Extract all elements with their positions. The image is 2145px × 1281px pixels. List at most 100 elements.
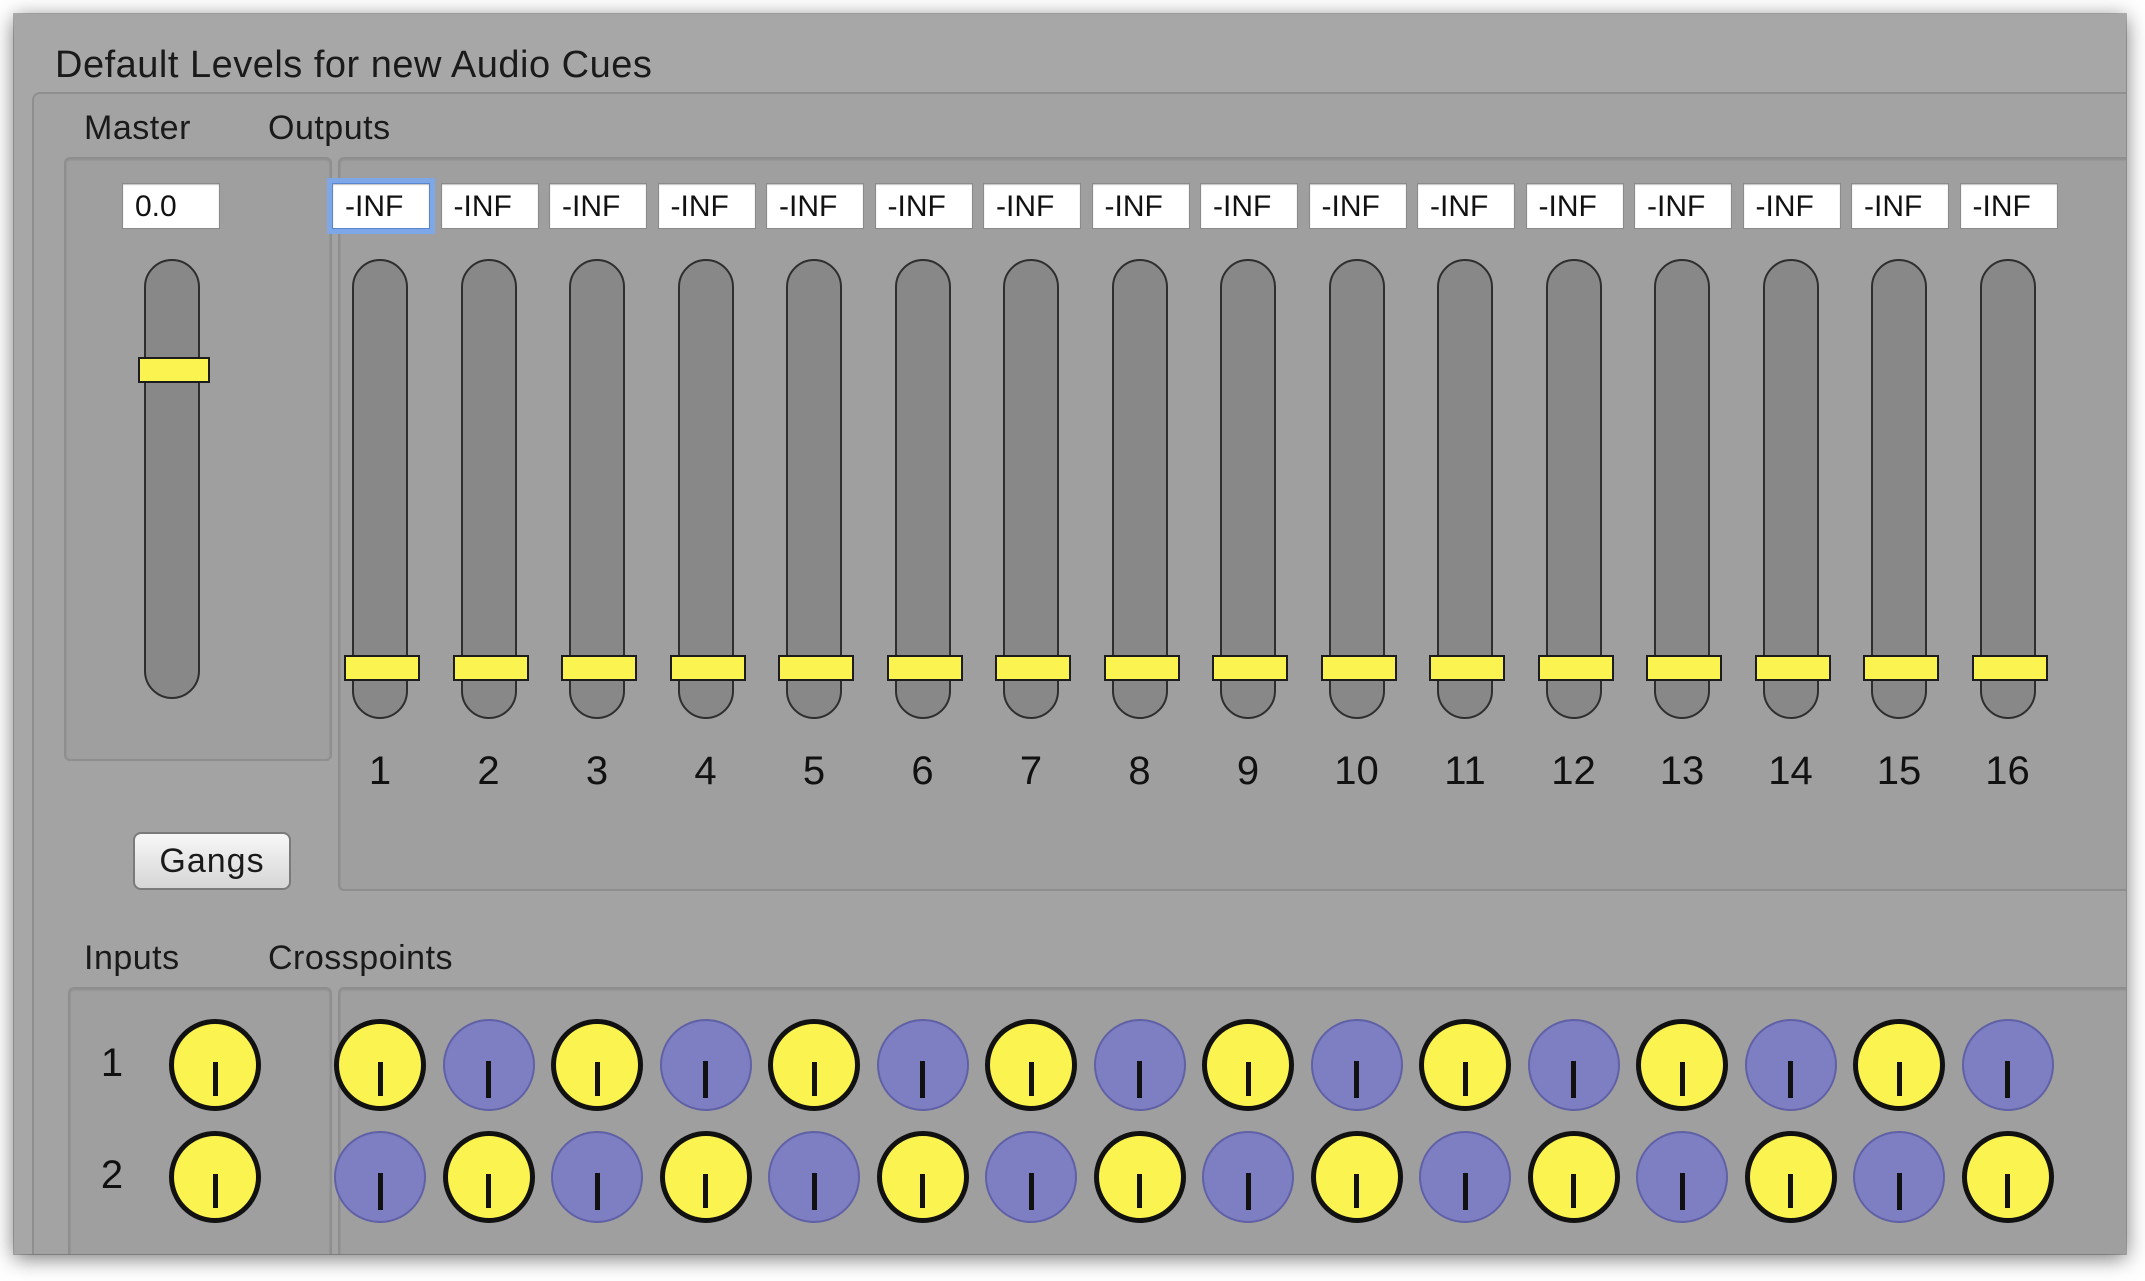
- crosspoint-knob[interactable]: [1093, 1131, 1186, 1223]
- crosspoint-knob[interactable]: [442, 1131, 535, 1223]
- output-level-field[interactable]: -INF: [440, 183, 539, 229]
- knob-indicator: [1679, 1173, 1685, 1211]
- crosspoint-knob[interactable]: [1202, 1131, 1294, 1223]
- crosspoint-knob[interactable]: [1310, 1131, 1403, 1223]
- crosspoint-knob[interactable]: [876, 1131, 969, 1223]
- output-fader-track[interactable]: [886, 259, 963, 719]
- output-fader-thumb[interactable]: [1863, 655, 1939, 681]
- output-channel-number: 15: [1876, 749, 1922, 793]
- crosspoint-knob[interactable]: [551, 1131, 643, 1223]
- crosspoint-knob[interactable]: [659, 1019, 752, 1111]
- crosspoint-knob[interactable]: [442, 1019, 535, 1111]
- output-fader-track[interactable]: [561, 259, 637, 719]
- knob-indicator: [811, 1061, 817, 1097]
- crosspoint-knob[interactable]: [1744, 1131, 1837, 1223]
- output-level-field[interactable]: -INF: [983, 183, 1081, 229]
- knob-indicator: [1896, 1173, 1902, 1211]
- output-fader-track[interactable]: [995, 259, 1071, 719]
- output-fader-track[interactable]: [1863, 259, 1939, 719]
- output-fader-track[interactable]: [1429, 259, 1505, 719]
- crosspoint-knob[interactable]: [1419, 1131, 1511, 1223]
- output-fader-thumb[interactable]: [1212, 655, 1288, 681]
- crosspoint-knob[interactable]: [876, 1019, 969, 1111]
- output-level-field[interactable]: -INF: [657, 183, 756, 229]
- output-fader-thumb[interactable]: [1429, 655, 1505, 681]
- output-fader-track[interactable]: [1320, 259, 1397, 719]
- gangs-button[interactable]: Gangs: [133, 832, 291, 890]
- output-fader-thumb[interactable]: [1537, 655, 1614, 681]
- crosspoint-knob[interactable]: [768, 1131, 860, 1223]
- crosspoint-knob[interactable]: [1527, 1131, 1620, 1223]
- output-fader-thumb[interactable]: [1320, 655, 1397, 681]
- output-channel-number: 3: [585, 749, 609, 793]
- output-fader-thumb[interactable]: [669, 655, 746, 681]
- crosspoint-knob[interactable]: [334, 1131, 426, 1223]
- master-fader-track[interactable]: [138, 259, 210, 699]
- output-channel-number: 14: [1768, 749, 1813, 793]
- output-fader-thumb[interactable]: [1646, 655, 1722, 681]
- output-fader-thumb[interactable]: [995, 655, 1071, 681]
- output-fader-thumb[interactable]: [1754, 655, 1831, 681]
- crosspoint-knob[interactable]: [1853, 1131, 1945, 1223]
- crosspoint-knob[interactable]: [334, 1019, 426, 1111]
- crosspoint-knob[interactable]: [1961, 1019, 2054, 1111]
- crosspoint-knob[interactable]: [1636, 1019, 1728, 1111]
- output-fader-track[interactable]: [669, 259, 746, 719]
- output-level-field[interactable]: -INF: [766, 183, 864, 229]
- crosspoint-knob[interactable]: [768, 1019, 860, 1111]
- output-fader-thumb[interactable]: [344, 655, 420, 681]
- output-fader-track[interactable]: [452, 259, 529, 719]
- output-fader-track[interactable]: [1103, 259, 1180, 719]
- crosspoint-knob[interactable]: [551, 1019, 643, 1111]
- output-level-field[interactable]: -INF: [874, 183, 973, 229]
- output-fader-thumb[interactable]: [1103, 655, 1180, 681]
- output-level-field[interactable]: -INF: [1851, 183, 1949, 229]
- output-fader-thumb[interactable]: [778, 655, 854, 681]
- knob-indicator: [2005, 1173, 2010, 1209]
- output-level-field[interactable]: -INF: [549, 183, 647, 229]
- crosspoints-panel: [334, 987, 2126, 1254]
- crosspoint-knob[interactable]: [985, 1019, 1077, 1111]
- output-fader-track[interactable]: [1212, 259, 1288, 719]
- output-level-field[interactable]: -INF: [1417, 183, 1515, 229]
- crosspoint-knob[interactable]: [1744, 1019, 1837, 1111]
- input-level-knob[interactable]: [169, 1019, 261, 1111]
- crosspoint-knob[interactable]: [1419, 1019, 1511, 1111]
- output-level-field[interactable]: -INF: [1634, 183, 1732, 229]
- output-level-field[interactable]: -INF: [1742, 183, 1841, 229]
- output-fader-track[interactable]: [1537, 259, 1614, 719]
- output-fader-track[interactable]: [344, 259, 420, 719]
- output-level-field[interactable]: -INF: [1200, 183, 1298, 229]
- crosspoint-knob[interactable]: [1310, 1019, 1403, 1111]
- output-level-field[interactable]: -INF: [1525, 183, 1624, 229]
- output-fader-thumb[interactable]: [452, 655, 529, 681]
- output-fader-thumb[interactable]: [886, 655, 963, 681]
- output-level-field[interactable]: -INF: [1091, 183, 1190, 229]
- output-level-field[interactable]: -INF: [1959, 183, 2058, 229]
- output-fader-track[interactable]: [1646, 259, 1722, 719]
- crosspoint-knob[interactable]: [659, 1131, 752, 1223]
- crosspoint-knob[interactable]: [985, 1131, 1077, 1223]
- output-level-field[interactable]: -INF: [1308, 183, 1407, 229]
- crosspoint-knob[interactable]: [1093, 1019, 1186, 1111]
- knob-indicator: [1137, 1173, 1142, 1209]
- output-level-field[interactable]: -INF: [327, 178, 435, 234]
- outputs-label: Outputs: [268, 109, 391, 147]
- output-fader-track[interactable]: [1754, 259, 1831, 719]
- crosspoint-knob[interactable]: [1853, 1019, 1945, 1111]
- master-label: Master: [84, 109, 191, 147]
- crosspoint-knob[interactable]: [1636, 1131, 1728, 1223]
- crosspoint-knob[interactable]: [1202, 1019, 1294, 1111]
- output-channel-number: 8: [1128, 749, 1151, 793]
- output-fader-thumb[interactable]: [561, 655, 637, 681]
- input-level-knob[interactable]: [169, 1131, 261, 1223]
- master-fader-thumb[interactable]: [138, 357, 210, 383]
- crosspoint-knob[interactable]: [1961, 1131, 2054, 1223]
- output-fader-track[interactable]: [778, 259, 854, 719]
- output-fader-thumb[interactable]: [1971, 655, 2048, 681]
- knob-indicator: [811, 1173, 817, 1211]
- output-fader-track[interactable]: [1971, 259, 2048, 719]
- knob-indicator: [1896, 1061, 1902, 1097]
- crosspoint-knob[interactable]: [1527, 1019, 1620, 1111]
- master-level-field[interactable]: 0.0: [122, 183, 220, 229]
